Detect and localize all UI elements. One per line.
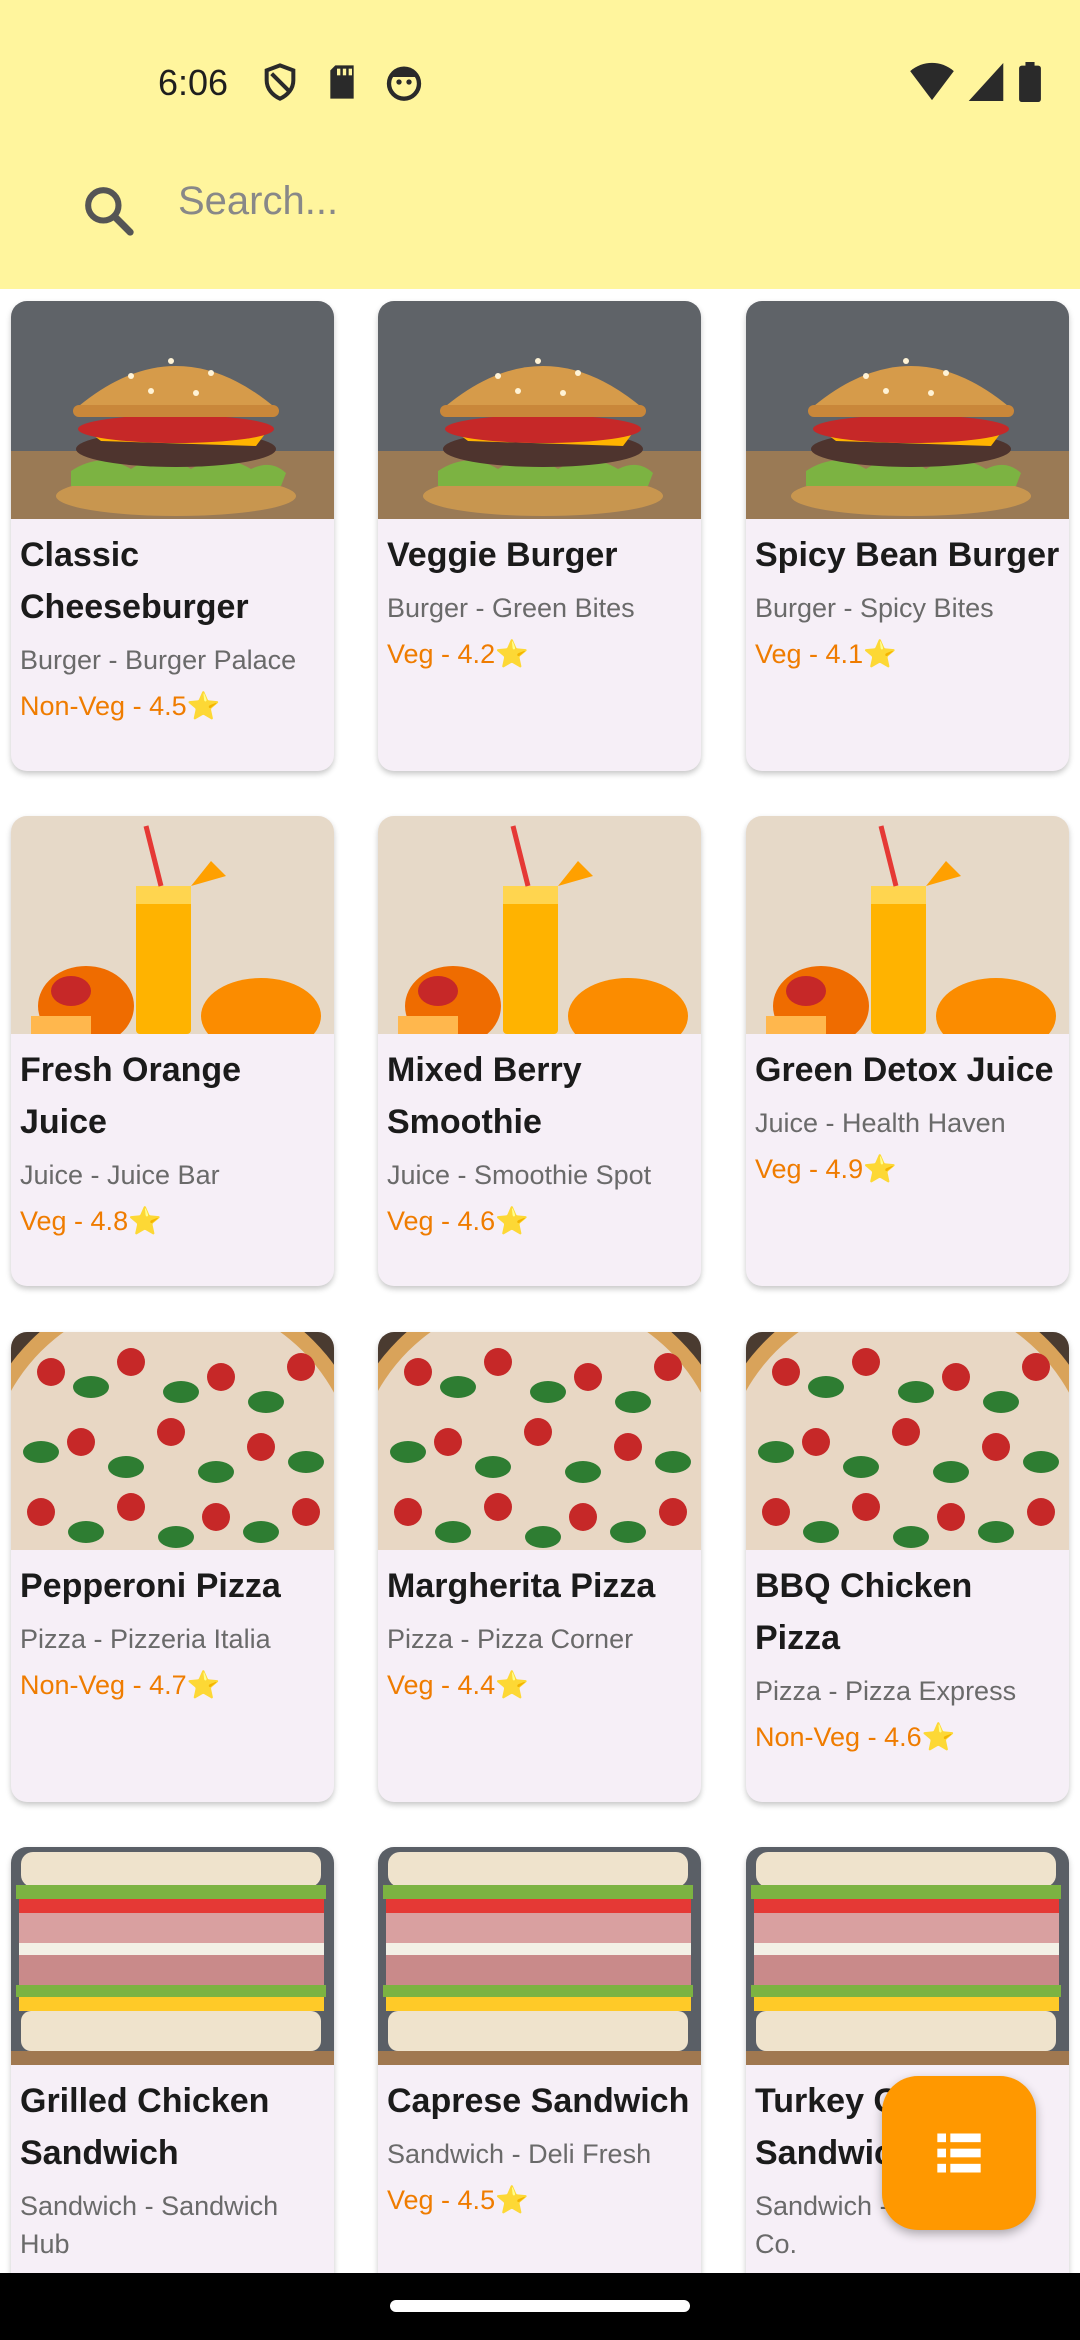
food-card[interactable]: Caprese Sandwich Sandwich - Deli Fresh Veg…: [378, 1847, 701, 2273]
food-category-restaurant: Burger - Green Bites: [387, 593, 635, 623]
food-card[interactable]: Mixed Berry Smoothie Juice - Smoothie Spo…: [378, 816, 701, 1286]
food-type-rating: Non-Veg - 4.7⭐: [20, 1670, 221, 1700]
status-time: 6:06: [158, 62, 229, 103]
food-type-rating: Non-Veg - 4.6⭐: [755, 1722, 956, 1752]
food-category-restaurant: Juice - Health Haven: [755, 1108, 1006, 1138]
food-title: Caprese Sandwich: [387, 2082, 690, 2120]
list-view-fab[interactable]: [882, 2076, 1036, 2230]
pizza-image: [746, 1332, 1069, 1550]
food-title: Classic Cheeseburger: [20, 536, 249, 626]
search-icon: [85, 187, 134, 236]
list-icon: [937, 2133, 981, 2173]
food-grid: Classic Cheeseburger Burger - Burger Pala…: [0, 289, 1080, 2273]
food-card[interactable]: Pepperoni Pizza Pizza - Pizzeria Italia No…: [11, 1332, 334, 1802]
wifi-icon: [910, 62, 954, 101]
status-icons-right: [910, 62, 1042, 102]
food-card[interactable]: Veggie Burger Burger - Green Bites Veg - 4…: [378, 301, 701, 771]
shield-icon: [264, 63, 296, 101]
food-category-restaurant: Juice - Smoothie Spot: [387, 1160, 652, 1190]
food-title: Veggie Burger: [387, 536, 618, 574]
food-category-restaurant: Sandwich - Sandwich Hub: [20, 2191, 279, 2259]
food-type-rating: Non-Veg - 4.5⭐: [20, 691, 221, 721]
food-category-restaurant: Pizza - Pizza Express: [755, 1676, 1017, 1706]
food-type-rating: Veg - 4.6⭐: [387, 1206, 529, 1236]
food-category-restaurant: Burger - Spicy Bites: [755, 593, 994, 623]
food-type-rating: Veg - 4.2⭐: [387, 639, 529, 669]
food-type-rating: Veg - 4.1⭐: [755, 639, 897, 669]
food-title: Grilled Chicken Sandwich: [20, 2082, 270, 2172]
juice-image: [746, 816, 1069, 1034]
juice-image: [11, 816, 334, 1034]
food-title: Fresh Orange Juice: [20, 1051, 242, 1141]
pizza-image: [378, 1332, 701, 1550]
face-icon: [386, 66, 422, 101]
food-type-rating: Veg - 4.8⭐: [20, 1206, 162, 1236]
food-type-rating: Veg - 4.5⭐: [387, 2185, 529, 2215]
signal-icon: [968, 63, 1004, 101]
burger-image: [11, 301, 334, 519]
status-icons-left: [260, 62, 424, 102]
sandwich-image: [11, 1847, 334, 2065]
food-category-restaurant: Burger - Burger Palace: [20, 645, 297, 675]
food-card[interactable]: Fresh Orange Juice Juice - Juice Bar Veg -…: [11, 816, 334, 1286]
food-title: Mixed Berry Smoothie: [387, 1051, 582, 1141]
food-card[interactable]: Green Detox Juice Juice - Health Haven Veg…: [746, 816, 1069, 1286]
search-input[interactable]: [176, 168, 980, 234]
food-category-restaurant: Juice - Juice Bar: [20, 1160, 220, 1190]
burger-image: [378, 301, 701, 519]
food-type-rating: Veg - 4.9⭐: [755, 1154, 897, 1184]
food-card[interactable]: Classic Cheeseburger Burger - Burger Pala…: [11, 301, 334, 771]
food-type-rating: Veg - 4.4⭐: [387, 1670, 529, 1700]
juice-image: [378, 816, 701, 1034]
food-card[interactable]: Margherita Pizza Pizza - Pizza Corner Veg …: [378, 1332, 701, 1802]
food-category-restaurant: Pizza - Pizza Corner: [387, 1624, 634, 1654]
food-title: Pepperoni Pizza: [20, 1567, 281, 1605]
battery-icon: [1019, 62, 1041, 102]
food-title: BBQ Chicken Pizza: [755, 1567, 973, 1657]
food-card[interactable]: Spicy Bean Burger Burger - Spicy Bites Veg…: [746, 301, 1069, 771]
food-title: Green Detox Juice: [755, 1051, 1054, 1089]
food-card[interactable]: Grilled Chicken Sandwich Sandwich - Sandw…: [11, 1847, 334, 2273]
food-card[interactable]: BBQ Chicken Pizza Pizza - Pizza Express No…: [746, 1332, 1069, 1802]
sandwich-image: [746, 1847, 1069, 2065]
sd-card-icon: [330, 65, 354, 99]
food-category-restaurant: Sandwich - Deli Fresh: [387, 2139, 652, 2169]
sandwich-image: [378, 1847, 701, 2065]
food-title: Spicy Bean Burger: [755, 536, 1060, 574]
burger-image: [746, 301, 1069, 519]
food-category-restaurant: Pizza - Pizzeria Italia: [20, 1624, 271, 1654]
food-title: Margherita Pizza: [387, 1567, 656, 1605]
pizza-image: [11, 1332, 334, 1550]
gesture-handle[interactable]: [390, 2300, 690, 2312]
top-app-bar: 6:06: [0, 0, 1080, 289]
